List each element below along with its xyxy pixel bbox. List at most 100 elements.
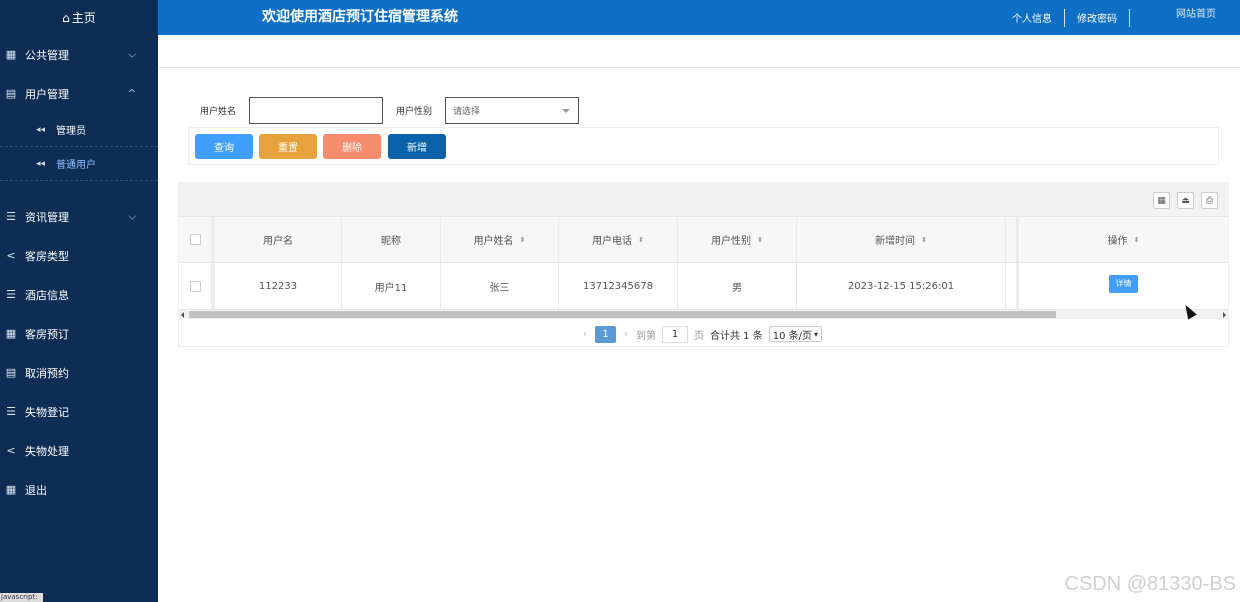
scroll-right-icon[interactable] [1223, 312, 1226, 318]
sidebar-item-logout[interactable]: ▦ 退出 [0, 470, 158, 509]
horizontal-scrollbar[interactable] [179, 310, 1228, 319]
sort-icon[interactable]: ⬍ [638, 236, 644, 244]
col-label: 昵称 [381, 236, 401, 247]
columns-icon[interactable]: ▦ [1153, 192, 1170, 209]
col-nickname: 昵称 [342, 217, 441, 262]
book-icon: ▤ [5, 87, 17, 100]
site-home-link[interactable]: 网站首页 [1130, 5, 1240, 20]
add-button[interactable]: 新增 [388, 134, 446, 159]
page-size-value: 10 条/页 [772, 330, 813, 342]
sidebar-subitem-label: 管理员 [56, 126, 87, 137]
next-page-icon[interactable]: › [624, 329, 628, 340]
cell-username: 112233 [212, 263, 342, 309]
double-left-icon: ◂◂ [36, 158, 46, 169]
home-icon: ⌂ [62, 10, 70, 25]
scrollbar-thumb[interactable] [189, 311, 1056, 318]
cell-created: 2023-12-15 15:26:01 [797, 263, 1006, 309]
list-icon: ☰ [6, 210, 16, 223]
search-form: 用户姓名 用户性别 请选择 [200, 97, 580, 124]
detail-button[interactable]: 详情 [1109, 274, 1138, 293]
page-title: 欢迎使用酒店预订住宿管理系统 [262, 9, 458, 25]
col-phone[interactable]: 用户电话 ⬍ [559, 217, 678, 262]
col-label: 操作 [1107, 236, 1128, 247]
row-select-cell [179, 263, 212, 309]
sort-icon[interactable]: ⬍ [757, 236, 763, 244]
watermark: CSDN @81330-BS [1064, 573, 1236, 595]
share-icon: < [6, 444, 16, 457]
sidebar-item-booking[interactable]: ▦ 客房预订 [0, 314, 158, 353]
sidebar-item-news[interactable]: ☰ 资讯管理 ⌵ [0, 197, 158, 236]
sidebar-item-label: 酒店信息 [25, 288, 69, 302]
cell-gender: 男 [678, 263, 797, 309]
col-action[interactable]: 操作 ⬍ [1019, 217, 1228, 262]
chevron-down-icon: ▾ [814, 329, 819, 339]
name-input[interactable] [249, 97, 384, 124]
home-label: 主页 [71, 11, 96, 25]
sort-icon[interactable]: ⬍ [921, 236, 927, 244]
col-label: 用户名 [263, 236, 293, 247]
pagination: ‹ 1 › 到第 1 页 合计共 1 条 10 条/页 ▾ [575, 325, 823, 343]
delete-button[interactable]: 删除 [323, 134, 381, 159]
cell-phone: 13712345678 [559, 263, 678, 309]
reset-button[interactable]: 重置 [259, 134, 317, 159]
list-icon: ☰ [6, 288, 16, 301]
sidebar-subitem-admin[interactable]: ◂◂ 管理员 [0, 113, 158, 146]
export-icon[interactable]: ⏏ [1177, 192, 1194, 209]
book-icon: ▤ [5, 366, 17, 379]
sidebar-item-users[interactable]: ▤ 用户管理 ^ [0, 74, 158, 113]
query-button[interactable]: 查询 [195, 134, 253, 159]
profile-link[interactable]: 个人信息 [1000, 10, 1064, 25]
gender-select[interactable]: 请选择 [445, 97, 580, 124]
col-spacer [1006, 217, 1019, 262]
chevron-up-icon: ^ [127, 88, 136, 99]
col-name[interactable]: 用户姓名 ⬍ [441, 217, 559, 262]
header-links: 个人信息 修改密码 网站首页 [1000, 0, 1240, 35]
grid-icon: ▦ [5, 483, 17, 496]
home-link[interactable]: ⌂ 主页 [0, 0, 158, 35]
table-toolbar: ▦ ⏏ ⎙ [179, 183, 1228, 216]
sort-icon[interactable]: ⬍ [520, 236, 526, 244]
page-current[interactable]: 1 [595, 325, 616, 343]
status-bar: javascript: [0, 593, 43, 602]
header: 欢迎使用酒店预订住宿管理系统 个人信息 修改密码 网站首页 [158, 0, 1240, 35]
sidebar-item-room-type[interactable]: < 客房类型 [0, 236, 158, 275]
sidebar-item-label: 失物登记 [25, 405, 69, 419]
page-size-select[interactable]: 10 条/页 ▾ [768, 326, 823, 342]
select-all-cell [179, 217, 212, 262]
sidebar-subitem-label: 普通用户 [56, 160, 97, 171]
table-row: 112233 用户11 张三 13712345678 男 2023-12-15 … [179, 263, 1228, 310]
list-icon: ☰ [6, 405, 16, 418]
sidebar-subitem-normal-user[interactable]: ◂◂ 普通用户 [0, 147, 158, 180]
sort-icon[interactable]: ⬍ [1134, 236, 1140, 244]
double-left-icon: ◂◂ [36, 124, 46, 135]
sidebar-item-lost-handle[interactable]: < 失物处理 [0, 431, 158, 470]
col-created[interactable]: 新增时间 ⬍ [797, 217, 1006, 262]
sidebar-item-label: 客房类型 [25, 249, 69, 263]
change-password-link[interactable]: 修改密码 [1065, 10, 1129, 25]
sidebar-item-cancel[interactable]: ▤ 取消预约 [0, 353, 158, 392]
chevron-down-icon: ⌵ [128, 49, 136, 60]
col-gender[interactable]: 用户性别 ⬍ [678, 217, 797, 262]
sidebar-item-hotel-info[interactable]: ☰ 酒店信息 [0, 275, 158, 314]
cell-action: 详情 [1019, 263, 1228, 309]
name-label: 用户姓名 [200, 107, 237, 117]
sidebar-item-label: 取消预约 [25, 366, 69, 380]
scroll-left-icon[interactable] [181, 312, 184, 318]
caret-down-icon [562, 109, 571, 113]
button-bar: 查询 重置 删除 新增 [188, 127, 1219, 165]
sidebar: ⌂ 主页 ▦ 公共管理 ⌵ ▤ 用户管理 ^ ◂◂ 管理员 ◂◂ 普通用户 ☰ … [0, 0, 158, 602]
print-icon[interactable]: ⎙ [1201, 192, 1218, 209]
main-content: 用户姓名 用户性别 请选择 查询 重置 删除 新增 ▦ ⏏ ⎙ 用户名 昵称 用… [158, 35, 1240, 602]
prev-page-icon[interactable]: ‹ [583, 329, 587, 340]
col-label: 用户性别 [711, 236, 752, 247]
col-label: 用户姓名 [473, 236, 514, 247]
row-checkbox[interactable] [189, 280, 201, 292]
sidebar-item-lost-register[interactable]: ☰ 失物登记 [0, 392, 158, 431]
select-all-checkbox[interactable] [189, 234, 201, 245]
total-count: 合计共 1 条 [710, 330, 763, 342]
sidebar-item-public[interactable]: ▦ 公共管理 ⌵ [0, 35, 158, 74]
share-icon: < [6, 249, 16, 262]
grid-icon: ▦ [5, 327, 17, 340]
goto-page-input[interactable]: 1 [662, 325, 688, 343]
sidebar-item-label: 用户管理 [25, 87, 69, 101]
